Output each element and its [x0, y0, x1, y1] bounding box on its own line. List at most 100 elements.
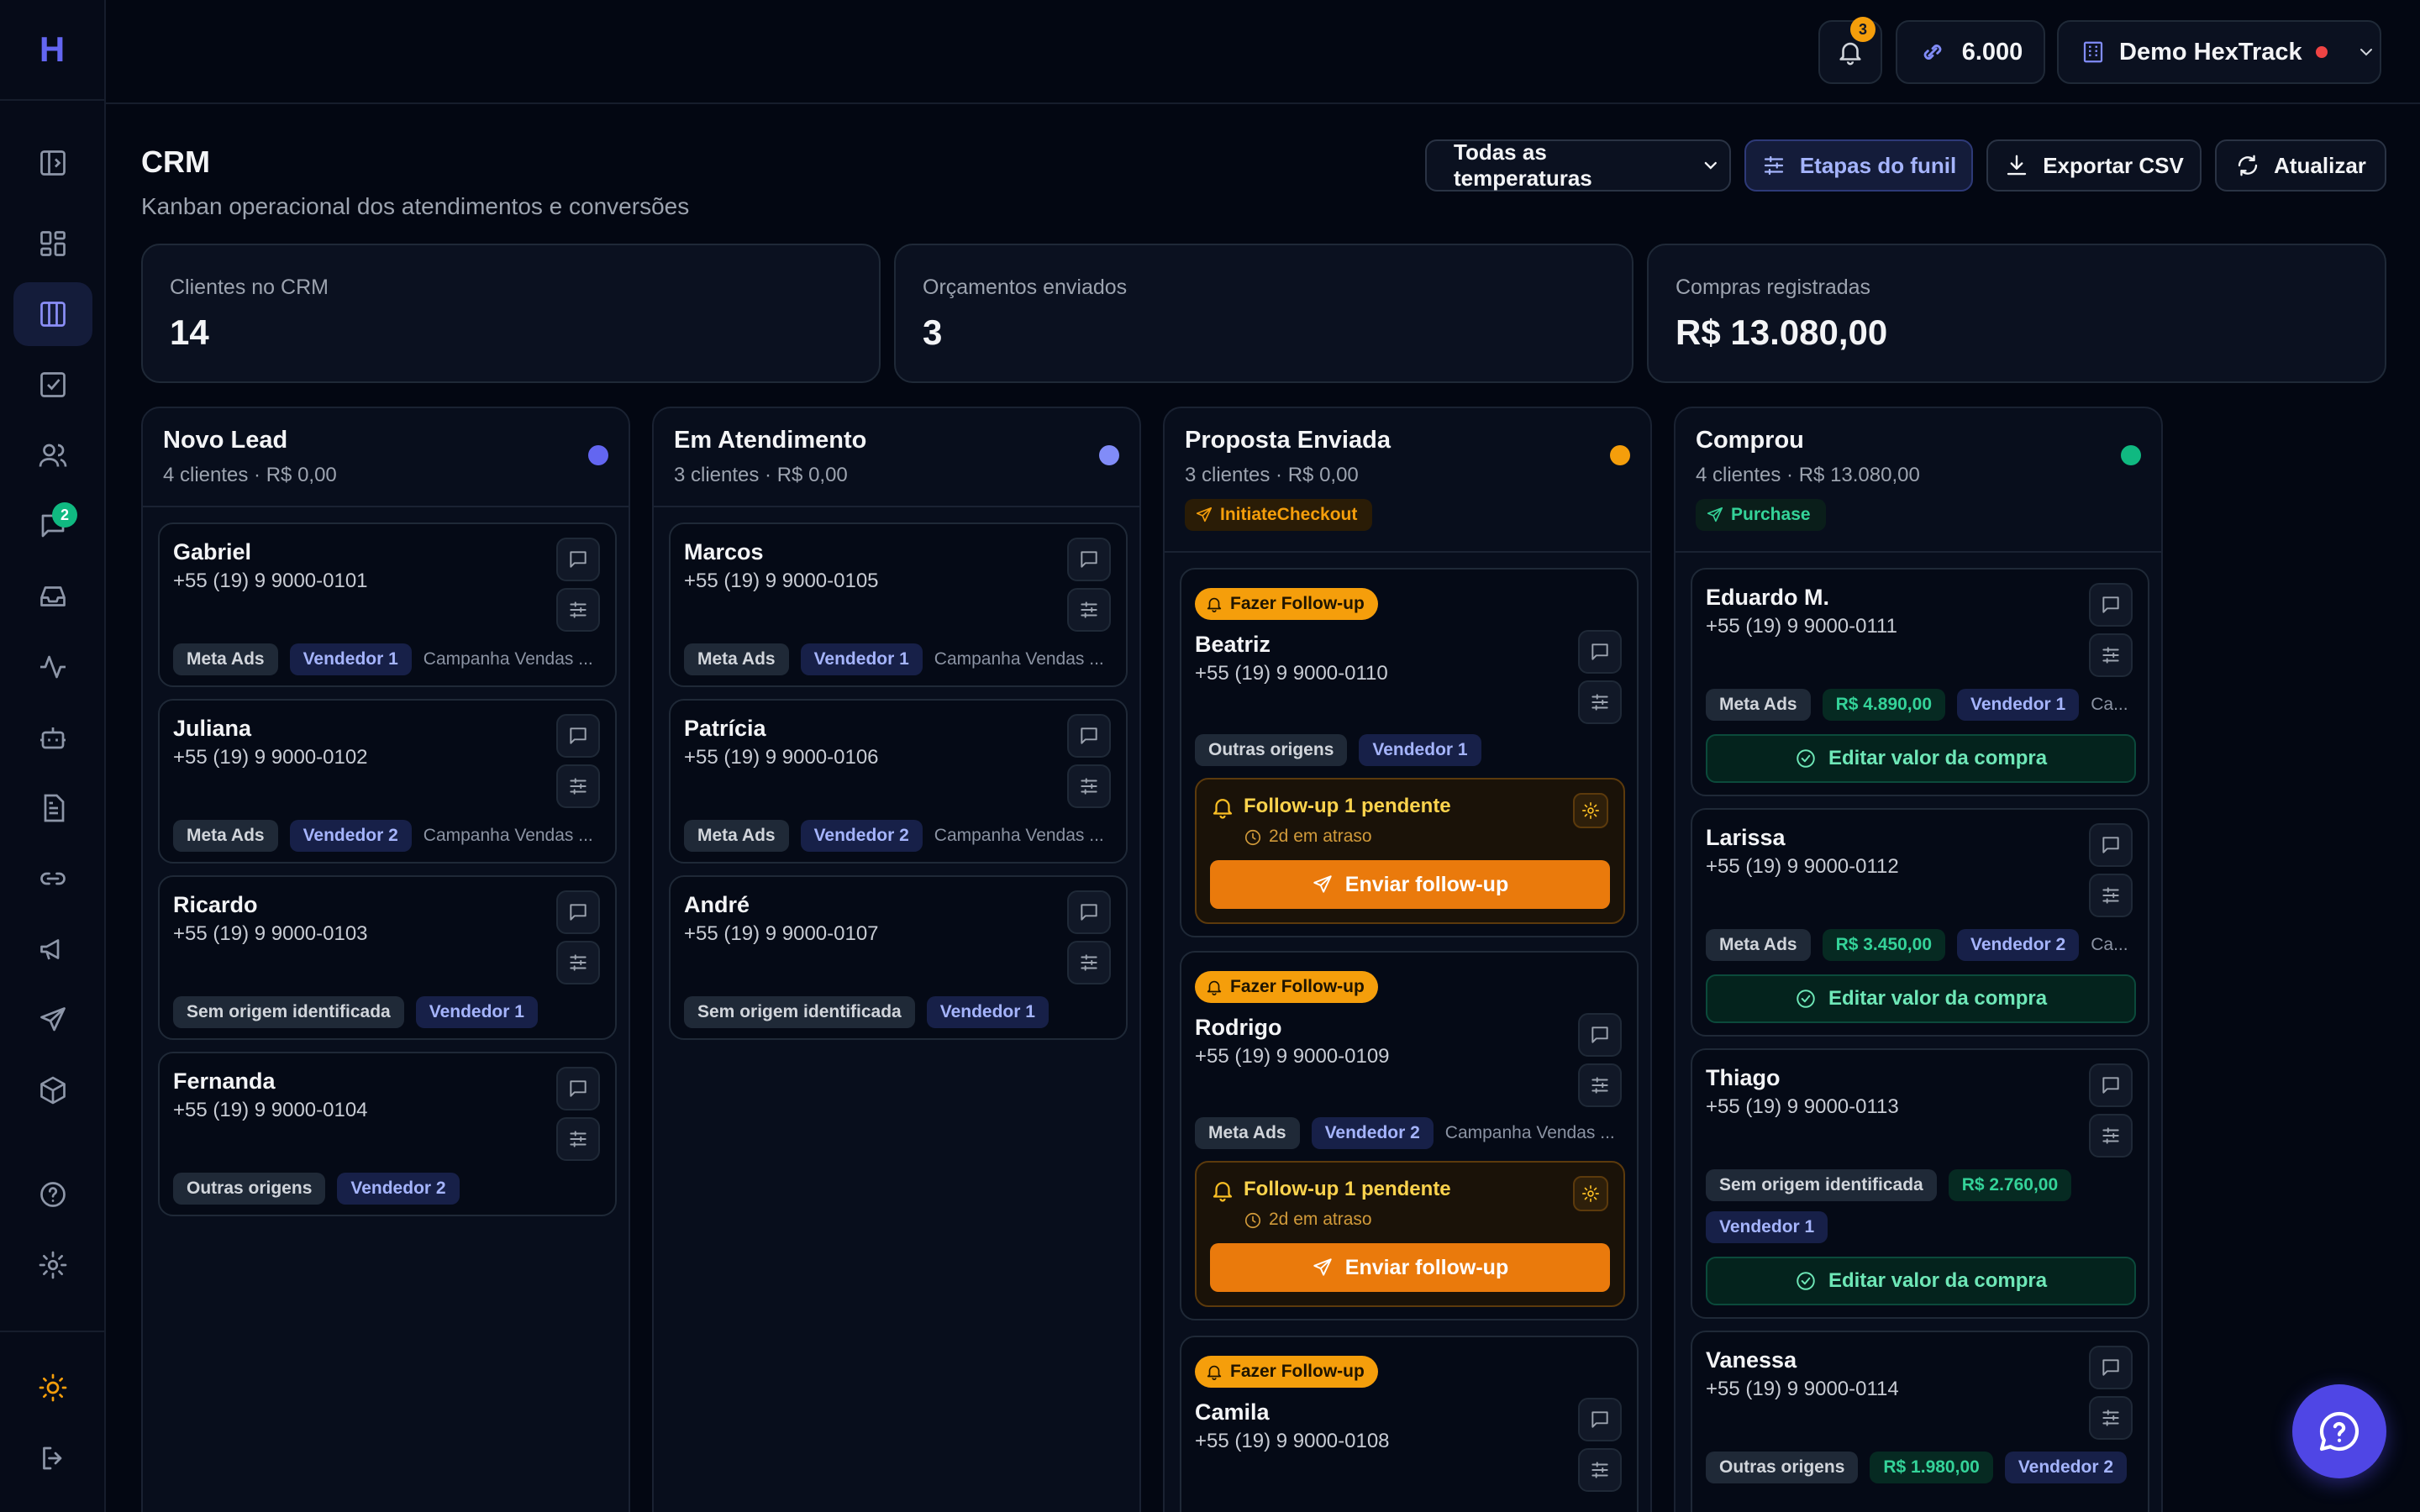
- edit-purchase-value-button[interactable]: Editar valor da compra: [1706, 734, 2136, 783]
- bell-icon: [1205, 595, 1223, 613]
- sidebar-item-links[interactable]: [13, 847, 92, 911]
- seller-tag: Vendedor 2: [2004, 1452, 2128, 1483]
- send-followup-button[interactable]: Enviar follow-up: [1210, 1243, 1610, 1292]
- options-button[interactable]: [1067, 941, 1111, 984]
- logout-button[interactable]: [13, 1426, 92, 1490]
- followup-settings-button[interactable]: [1573, 1176, 1608, 1211]
- chat-button[interactable]: [1067, 538, 1111, 581]
- chat-button[interactable]: [1067, 714, 1111, 758]
- options-button[interactable]: [2089, 1114, 2133, 1158]
- chat-button[interactable]: [556, 714, 600, 758]
- sidebar-item-reports[interactable]: [13, 776, 92, 840]
- chat-icon: [567, 725, 589, 747]
- edit-purchase-value-button[interactable]: Editar valor da compra: [1706, 1257, 2136, 1305]
- sidebar-item-help[interactable]: [13, 1163, 92, 1226]
- send-icon: [1195, 506, 1213, 524]
- options-button[interactable]: [2089, 1396, 2133, 1440]
- sidebar-item-bot[interactable]: [13, 706, 92, 769]
- credits-icon: [1923, 45, 1942, 60]
- chevron-down-icon: [2360, 49, 2372, 56]
- options-button[interactable]: [2089, 633, 2133, 677]
- chat-button[interactable]: [1578, 630, 1622, 674]
- lead-card[interactable]: Fazer Follow-up Camila +55 (19) 9 9000-0…: [1180, 1336, 1639, 1512]
- event-tag-label: InitiateCheckout: [1220, 505, 1358, 524]
- credits-display[interactable]: 6.000: [1896, 20, 2045, 84]
- followup-settings-button[interactable]: [1573, 793, 1608, 828]
- export-csv-button[interactable]: Exportar CSV: [1986, 139, 2202, 192]
- lead-card[interactable]: Gabriel +55 (19) 9 9000-0101 Meta Ads Ve…: [158, 522, 617, 687]
- options-button[interactable]: [1578, 1448, 1622, 1492]
- column-proposta-enviada: Proposta Enviada 3 clientes · R$ 0,00 In…: [1163, 407, 1652, 1512]
- temperature-select[interactable]: Todas as temperaturas: [1425, 139, 1731, 192]
- send-followup-button[interactable]: Enviar follow-up: [1210, 860, 1610, 909]
- chat-button[interactable]: [1067, 890, 1111, 934]
- options-button[interactable]: [1067, 764, 1111, 808]
- chat-icon: [567, 549, 589, 570]
- chat-icon: [1589, 1409, 1611, 1431]
- sidebar-item-users[interactable]: [13, 423, 92, 487]
- refresh-button[interactable]: Atualizar: [2215, 139, 2386, 192]
- kanban-icon: [40, 302, 66, 327]
- options-button[interactable]: [1578, 1063, 1622, 1107]
- lead-card[interactable]: Juliana +55 (19) 9 9000-0102 Meta Ads Ve…: [158, 699, 617, 864]
- sidebar-item-tasks[interactable]: [13, 353, 92, 417]
- options-button[interactable]: [556, 764, 600, 808]
- chat-button[interactable]: [2089, 583, 2133, 627]
- chat-button[interactable]: [1578, 1398, 1622, 1441]
- options-button[interactable]: [556, 588, 600, 632]
- lead-card[interactable]: Marcos +55 (19) 9 9000-0105 Meta Ads Ven…: [669, 522, 1128, 687]
- sidebar-item-activity[interactable]: [13, 635, 92, 699]
- chat-button[interactable]: [1578, 1013, 1622, 1057]
- sidebar-item-send[interactable]: [13, 988, 92, 1052]
- followup-title: Follow-up 1 pendente: [1244, 1178, 1451, 1200]
- notifications-button[interactable]: 3: [1818, 17, 1882, 84]
- sidebar-item-campaigns[interactable]: [13, 917, 92, 981]
- options-button[interactable]: [556, 1117, 600, 1161]
- funnel-stages-button[interactable]: Etapas do funil: [1744, 139, 1973, 192]
- event-tag: InitiateCheckout: [1185, 499, 1373, 531]
- chat-button[interactable]: [2089, 1063, 2133, 1107]
- users-icon: [39, 444, 67, 467]
- sidebar-item-products[interactable]: [13, 1058, 92, 1122]
- lead-card[interactable]: Patrícia +55 (19) 9 9000-0106 Meta Ads V…: [669, 699, 1128, 864]
- lead-phone: +55 (19) 9 9000-0106: [684, 746, 879, 769]
- options-button[interactable]: [2089, 874, 2133, 917]
- help-chat-button[interactable]: [2292, 1384, 2386, 1478]
- lead-card[interactable]: Fernanda +55 (19) 9 9000-0104 Outras ori…: [158, 1052, 617, 1216]
- column-header: Novo Lead 4 clientes · R$ 0,00: [143, 408, 629, 507]
- lead-card[interactable]: Eduardo M. +55 (19) 9 9000-0111 Meta Ads…: [1691, 568, 2149, 796]
- lead-card[interactable]: Fazer Follow-up Beatriz +55 (19) 9 9000-…: [1180, 568, 1639, 937]
- seller-tag: Vendedor 2: [800, 820, 923, 852]
- lead-card[interactable]: Fazer Follow-up Rodrigo +55 (19) 9 9000-…: [1180, 951, 1639, 1320]
- logo[interactable]: H: [0, 0, 104, 101]
- sliders-icon: [567, 775, 589, 797]
- sidebar-item-crm[interactable]: [13, 282, 92, 346]
- options-button[interactable]: [556, 941, 600, 984]
- lead-card[interactable]: Larissa +55 (19) 9 9000-0112 Meta Ads R$…: [1691, 808, 2149, 1037]
- options-button[interactable]: [1067, 588, 1111, 632]
- lead-card[interactable]: Ricardo +55 (19) 9 9000-0103 Sem origem …: [158, 875, 617, 1040]
- chat-button[interactable]: [2089, 823, 2133, 867]
- chat-button[interactable]: [556, 1067, 600, 1110]
- sidebar-item-settings[interactable]: [13, 1233, 92, 1297]
- sidebar-item-inbox[interactable]: [13, 564, 92, 628]
- dashboard-icon: [40, 231, 66, 256]
- lead-card[interactable]: Thiago +55 (19) 9 9000-0113 Sem origem i…: [1691, 1048, 2149, 1319]
- sidebar-item-chats[interactable]: 2: [13, 494, 92, 558]
- campaign-tag: Campanha Vendas ...: [934, 826, 1104, 845]
- sidebar-item-dashboard[interactable]: [13, 212, 92, 276]
- stat-purchases: Compras registradas R$ 13.080,00: [1647, 244, 2386, 383]
- lead-card[interactable]: Vanessa +55 (19) 9 9000-0114 Outras orig…: [1691, 1331, 2149, 1512]
- chat-button[interactable]: [556, 890, 600, 934]
- account-switcher[interactable]: Demo HexTrack: [2057, 20, 2381, 84]
- lead-card[interactable]: André +55 (19) 9 9000-0107 Sem origem id…: [669, 875, 1128, 1040]
- logout-icon: [43, 1446, 62, 1470]
- chat-button[interactable]: [2089, 1346, 2133, 1389]
- sidebar-toggle-icon[interactable]: [13, 131, 92, 195]
- column-summary: 3 clientes · R$ 0,00: [1185, 464, 1359, 486]
- theme-toggle[interactable]: [13, 1356, 92, 1420]
- edit-purchase-value-button[interactable]: Editar valor da compra: [1706, 974, 2136, 1023]
- chat-button[interactable]: [556, 538, 600, 581]
- column-em-atendimento: Em Atendimento 3 clientes · R$ 0,00 Marc…: [652, 407, 1141, 1512]
- options-button[interactable]: [1578, 680, 1622, 724]
